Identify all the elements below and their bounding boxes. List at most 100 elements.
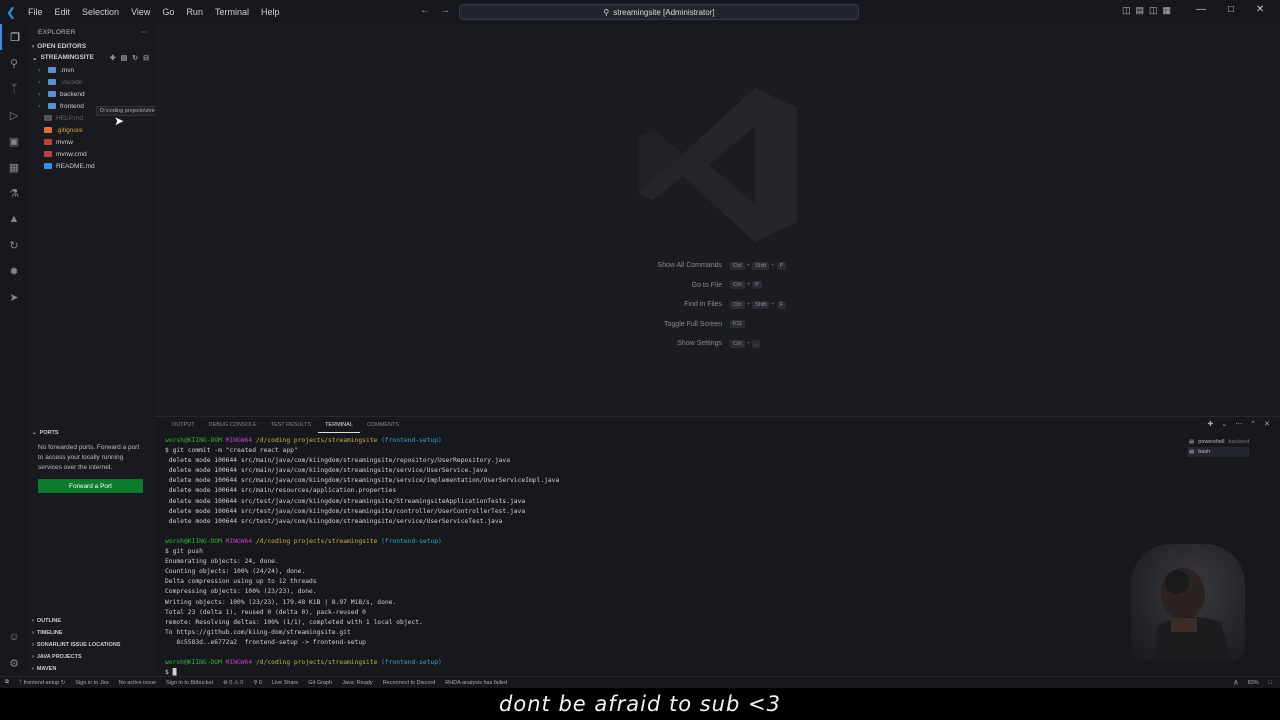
menu-help[interactable]: Help	[255, 7, 286, 17]
branch-status[interactable]: ᛉ frontend-setup ↻	[14, 680, 70, 686]
terminal-icon: ▤	[1189, 439, 1195, 445]
extensions-icon[interactable]: ▦	[0, 154, 28, 180]
settings-gear-icon[interactable]: ⚙	[0, 650, 28, 676]
shortcut-label: Show Settings	[677, 340, 722, 348]
menu-file[interactable]: File	[22, 7, 49, 17]
terminal-text: delete mode 100644 src/test/java/com/kii…	[165, 517, 503, 525]
tree-item[interactable]: mvnw	[28, 136, 155, 148]
tree-item-label: HELP.md	[56, 114, 83, 122]
tree-item[interactable]: › backend	[28, 88, 155, 100]
menu-go[interactable]: Go	[156, 7, 180, 17]
maximize-icon[interactable]: □	[1228, 4, 1234, 15]
source-control-icon[interactable]: ᛉ	[0, 76, 28, 102]
atlassian-icon[interactable]: ▲	[0, 206, 28, 232]
status-right-item[interactable]: A̲	[1234, 680, 1238, 686]
chevron-right-icon: ›	[32, 630, 34, 636]
terminal-line: delete mode 100644 src/test/java/com/kii…	[165, 507, 1175, 517]
tree-item[interactable]: README.md	[28, 160, 155, 172]
customize-layout-icon[interactable]: ▦	[1163, 5, 1172, 16]
explorer-title: EXPLORER	[38, 28, 76, 36]
search-view-icon[interactable]: ⚲	[0, 50, 28, 76]
minimize-icon[interactable]: —	[1196, 4, 1206, 15]
timeline-section[interactable]: › TIMELINE	[28, 627, 155, 639]
toggle-secondary-sidebar-icon[interactable]: ◫	[1149, 5, 1158, 16]
terminal-prompt: worsh@KIING-DOM MINGW64 /d/coding projec…	[165, 436, 1175, 446]
more-actions-icon[interactable]: ⋯	[1235, 420, 1242, 428]
menu-run[interactable]: Run	[180, 7, 209, 17]
new-file-icon[interactable]: ✚	[110, 54, 116, 62]
back-arrow-icon[interactable]: ←	[420, 5, 430, 16]
sonarlint-section[interactable]: › SONARLINT ISSUE LOCATIONS	[28, 639, 155, 651]
new-terminal-icon[interactable]: ✚	[1208, 420, 1214, 428]
tab-test-results[interactable]: TEST RESULTS	[264, 417, 318, 433]
git-graph-icon[interactable]: ➤	[0, 284, 28, 310]
close-panel-icon[interactable]: ✕	[1264, 420, 1270, 428]
issue-status[interactable]: No active issue	[114, 680, 161, 686]
close-icon[interactable]: ✕	[1256, 4, 1264, 15]
tree-item[interactable]: › .vscode	[28, 76, 155, 88]
maximize-panel-icon[interactable]: ⌃	[1250, 420, 1256, 428]
toggle-panel-icon[interactable]: ▤	[1136, 5, 1145, 16]
command-center[interactable]: ⚲ streamingsite [Administrator]	[459, 4, 859, 20]
refresh-icon[interactable]: ↻	[132, 54, 138, 62]
testing-icon[interactable]: ⚗	[0, 180, 28, 206]
zoom-status[interactable]: 83%	[1248, 680, 1259, 686]
toggle-sidebar-icon[interactable]: ◫	[1122, 5, 1131, 16]
menu-view[interactable]: View	[125, 7, 156, 17]
key-cap: Ctrl	[730, 281, 745, 290]
rhda-status[interactable]: RHDA analysis has failed	[440, 680, 512, 686]
key-cap: Ctrl	[730, 339, 745, 348]
collapse-all-icon[interactable]: ⊟	[143, 54, 149, 62]
forward-arrow-icon[interactable]: →	[440, 5, 450, 16]
java-status[interactable]: Java: Ready	[337, 680, 378, 686]
terminal-output[interactable]: worsh@KIING-DOM MINGW64 /d/coding projec…	[165, 436, 1175, 678]
timeline-label: TIMELINE	[36, 630, 63, 636]
terminal-text: Total 23 (delta 1), reused 0 (delta 0), …	[165, 608, 366, 616]
chevron-right-icon: ›	[38, 90, 41, 98]
jira-status[interactable]: Sign in to Jira	[70, 680, 113, 686]
sonarlint-icon[interactable]: ✹	[0, 258, 28, 284]
tab-comments[interactable]: COMMENTS	[360, 417, 406, 433]
run-debug-icon[interactable]: ▷	[0, 102, 28, 128]
tree-item[interactable]: mvnw.cmd	[28, 148, 155, 160]
open-editors-section[interactable]: › OPEN EDITORS	[28, 40, 155, 52]
ports-status[interactable]: ⚲ 0	[248, 680, 267, 686]
project-section[interactable]: ⌄ STREAMINGSITE ✚ ▤ ↻ ⊟	[28, 52, 155, 64]
java-projects-section[interactable]: › JAVA PROJECTS	[28, 651, 155, 663]
menu-selection[interactable]: Selection	[76, 7, 125, 17]
plus-sign: +	[746, 282, 751, 289]
more-actions-icon[interactable]: ⋯	[140, 28, 147, 36]
terminal-item-bash[interactable]: ▤ bash	[1187, 447, 1250, 457]
menu-edit[interactable]: Edit	[49, 7, 77, 17]
maven-section[interactable]: › MAVEN	[28, 663, 155, 675]
tab-terminal[interactable]: TERMINAL	[318, 417, 360, 433]
terminal-dropdown-icon[interactable]: ⌄	[1221, 420, 1227, 428]
menu-terminal[interactable]: Terminal	[209, 7, 255, 17]
layout-controls: ◫ ▤ ◫ ▦	[1122, 5, 1171, 16]
tab-debug-console[interactable]: DEBUG CONSOLE	[202, 417, 264, 433]
remote-explorer-icon[interactable]: ▣	[0, 128, 28, 154]
tree-item[interactable]: .gitignore	[28, 124, 155, 136]
account-icon[interactable]: ☺	[0, 624, 28, 650]
discord-status[interactable]: Reconnect to Discord	[378, 680, 441, 686]
forward-port-button[interactable]: Forward a Port	[38, 479, 143, 493]
live-share-icon[interactable]: ↻	[0, 232, 28, 258]
notifications-bell-icon[interactable]: □	[1269, 680, 1272, 686]
ports-label: PORTS	[39, 430, 59, 436]
ports-count: 0	[258, 679, 262, 686]
problems-status[interactable]: ⊗ 0 ⚠ 0	[218, 680, 248, 686]
explorer-icon[interactable]: ❐	[0, 24, 28, 50]
liveshare-status[interactable]: Live Share	[267, 680, 303, 686]
outline-section[interactable]: › OUTLINE	[28, 615, 155, 627]
vscode-watermark-icon	[639, 88, 797, 242]
bitbucket-status[interactable]: Sign in to Bitbucket	[161, 680, 218, 686]
terminal-text: remote: Resolving deltas: 100% (1/1), co…	[165, 618, 423, 626]
remote-icon[interactable]: ⧉	[0, 679, 14, 686]
menu-bar: File Edit Selection View Go Run Terminal…	[22, 7, 285, 17]
tree-item[interactable]: › .mvn	[28, 64, 155, 76]
tab-output[interactable]: OUTPUT	[165, 417, 202, 433]
git-graph-status[interactable]: Git Graph	[303, 680, 337, 686]
ports-header[interactable]: ⌄ PORTS	[28, 427, 155, 439]
new-folder-icon[interactable]: ▤	[121, 54, 128, 62]
terminal-item-powershell[interactable]: ▤ powershell backend	[1187, 437, 1249, 447]
